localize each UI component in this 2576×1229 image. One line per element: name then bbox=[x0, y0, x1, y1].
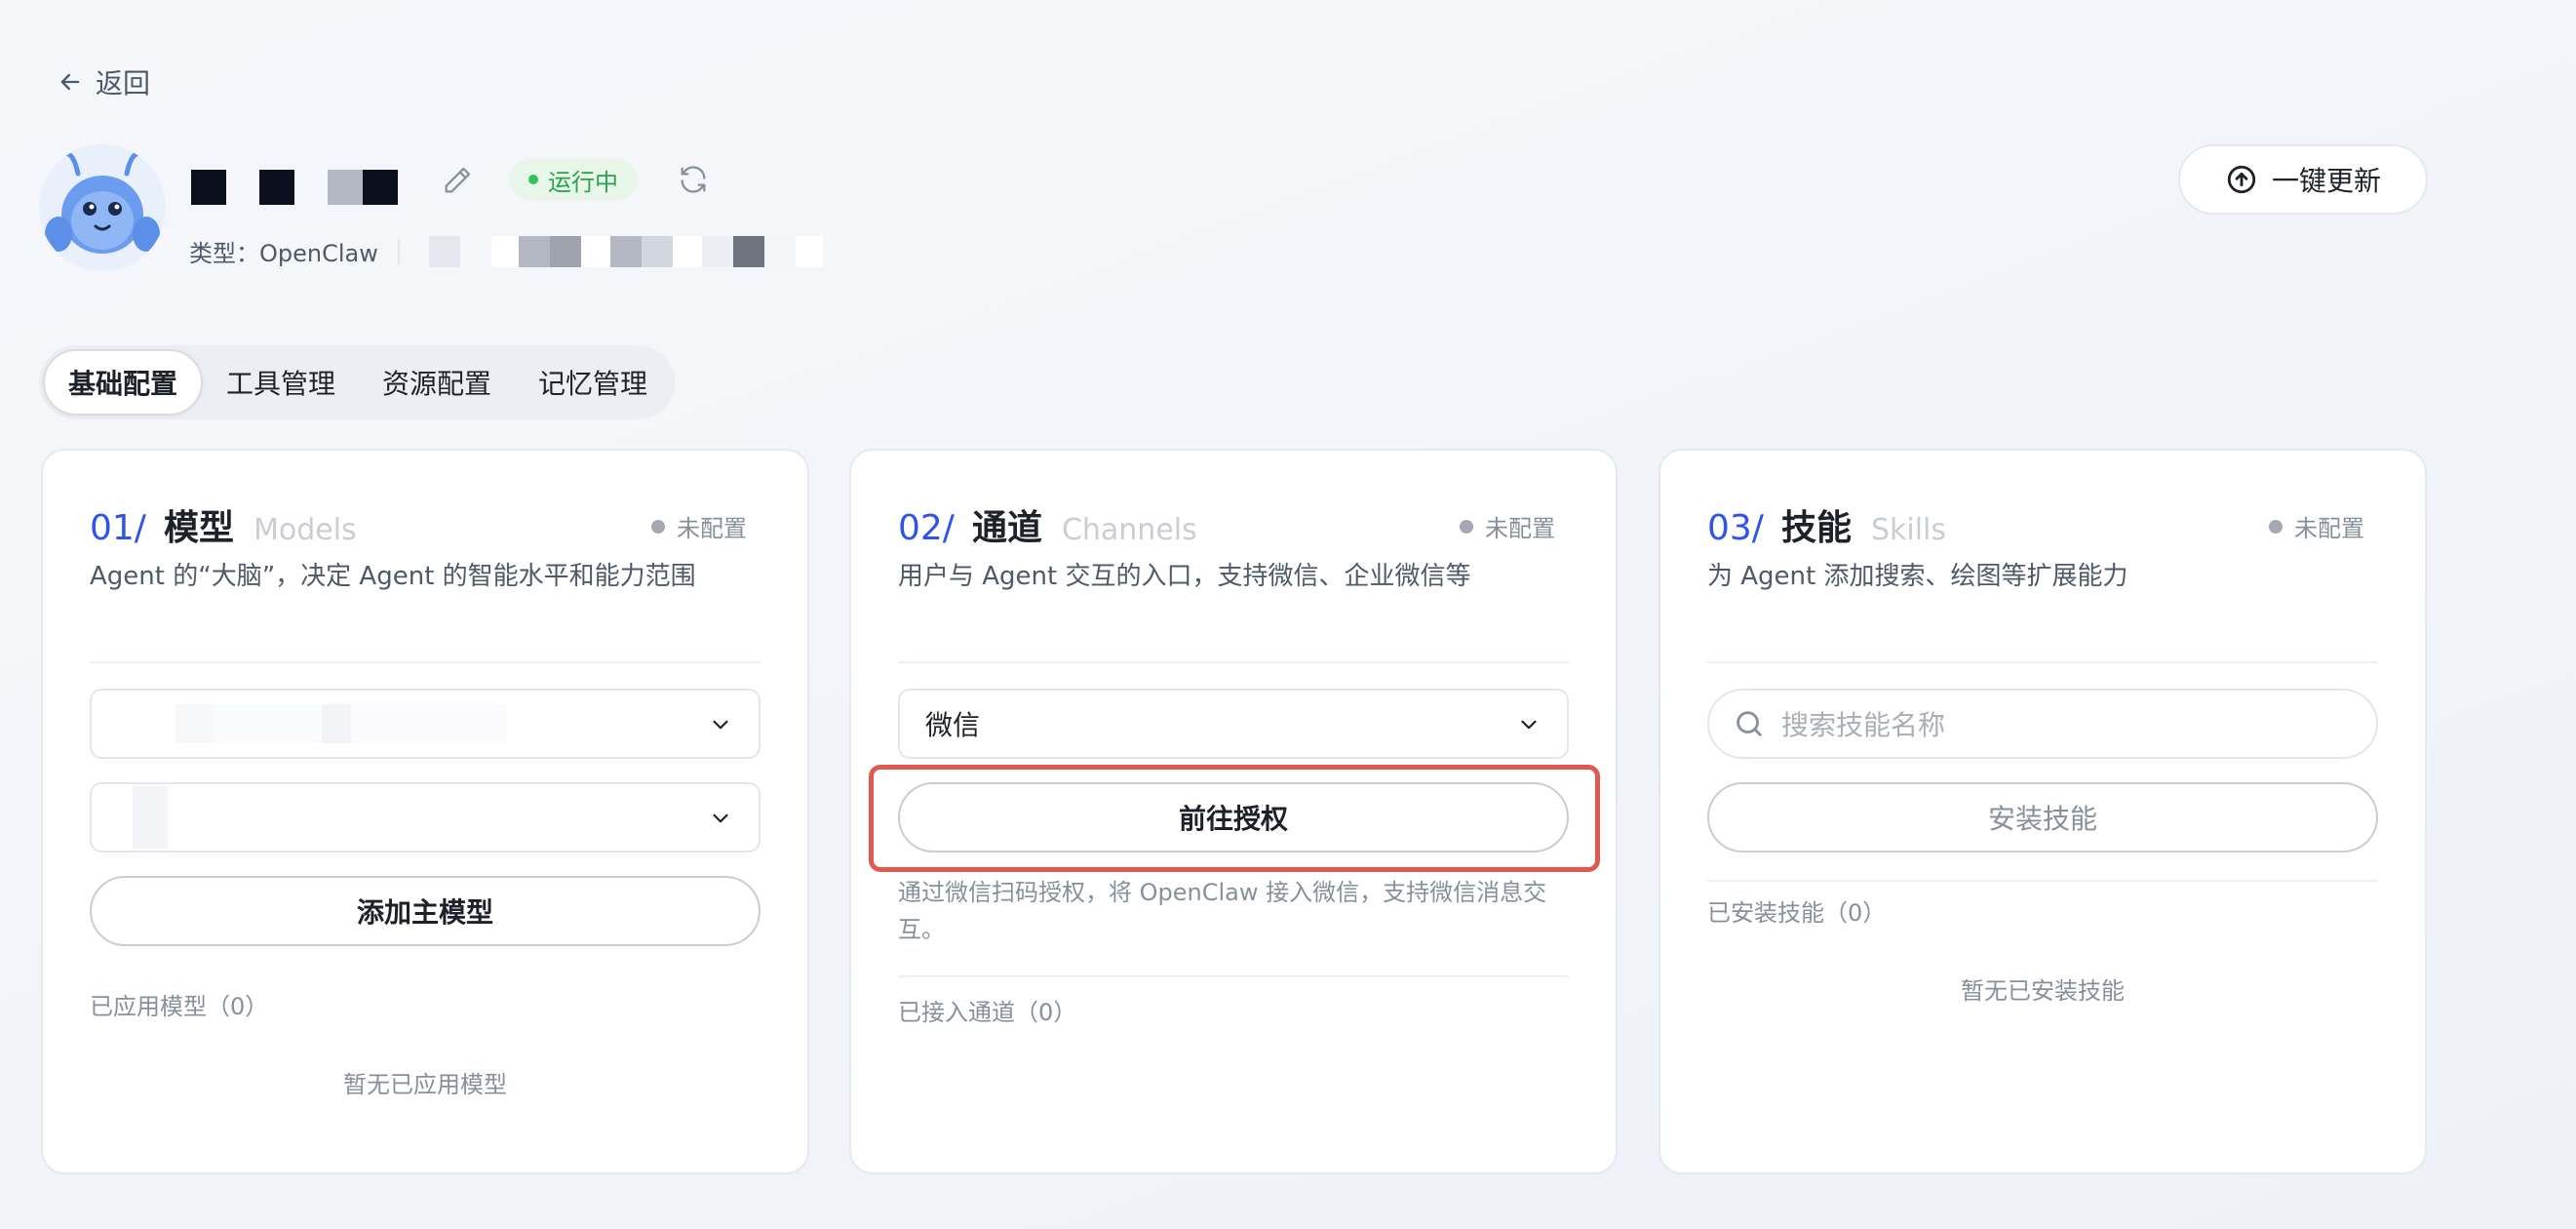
card-number: 02/ bbox=[898, 508, 955, 548]
skills-card: 03/ 技能 Skills 未配置 为 Agent 添加搜索、绘图等扩展能力 搜… bbox=[1659, 449, 2427, 1174]
back-button[interactable]: 返回 bbox=[57, 62, 150, 101]
card-number: 03/ bbox=[1707, 508, 1764, 548]
chevron-down-icon bbox=[713, 720, 728, 730]
update-label: 一键更新 bbox=[2271, 165, 2381, 197]
tab-basic-config[interactable]: 基础配置 bbox=[43, 349, 204, 416]
divider bbox=[898, 661, 1569, 663]
hint-line: 互。 bbox=[898, 916, 945, 943]
redacted-block bbox=[191, 170, 226, 205]
search-placeholder: 搜索技能名称 bbox=[1781, 709, 1946, 741]
agent-meta: 类型：OpenClaw bbox=[189, 234, 823, 268]
config-status-label: 未配置 bbox=[1485, 515, 1555, 542]
card-description: 用户与 Agent 交互的入口，支持微信、企业微信等 bbox=[898, 562, 1471, 591]
status-dot bbox=[651, 519, 665, 534]
agent-name-redacted bbox=[191, 170, 398, 205]
empty-state: 暂无已应用模型 bbox=[343, 1071, 507, 1098]
config-status-label: 未配置 bbox=[2294, 515, 2364, 542]
divider bbox=[397, 238, 400, 264]
empty-state: 暂无已安装技能 bbox=[1961, 977, 2125, 1005]
agent-id-redacted bbox=[428, 235, 823, 267]
tab-resource-config[interactable]: 资源配置 bbox=[359, 349, 515, 416]
card-description: 为 Agent 添加搜索、绘图等扩展能力 bbox=[1707, 562, 2128, 591]
divider bbox=[1707, 661, 2378, 663]
agent-avatar bbox=[39, 144, 166, 271]
model-name-select[interactable] bbox=[90, 782, 761, 852]
divider bbox=[1707, 880, 2378, 882]
hint-line: 通过微信扫码授权，将 OpenClaw 接入微信，支持微信消息交 bbox=[898, 879, 1547, 906]
divider bbox=[898, 975, 1569, 977]
card-subtitle: Skills bbox=[1870, 513, 1947, 547]
edit-icon[interactable] bbox=[441, 164, 474, 197]
tab-memory-management[interactable]: 记忆管理 bbox=[515, 349, 671, 416]
divider bbox=[90, 661, 761, 663]
tab-tool-management[interactable]: 工具管理 bbox=[203, 349, 359, 416]
agent-type: 类型：OpenClaw bbox=[189, 240, 378, 267]
install-skill-button[interactable]: 安装技能 bbox=[1707, 782, 2378, 852]
channel-select[interactable]: 微信 bbox=[898, 689, 1569, 759]
redacted-block bbox=[259, 170, 294, 205]
models-card: 01/ 模型 Models 未配置 Agent 的“大脑”，决定 Agent 的… bbox=[41, 449, 809, 1174]
redacted-value bbox=[117, 704, 507, 743]
add-main-model-button[interactable]: 添加主模型 bbox=[90, 876, 761, 946]
redacted-block bbox=[328, 170, 398, 205]
installed-skills-label: 已安装技能（0） bbox=[1707, 899, 1887, 927]
card-number: 01/ bbox=[90, 508, 146, 548]
config-status: 未配置 bbox=[651, 509, 747, 543]
config-status: 未配置 bbox=[1460, 509, 1555, 543]
channels-card: 02/ 通道 Channels 未配置 用户与 Agent 交互的入口，支持微信… bbox=[849, 449, 1618, 1174]
button-label: 添加主模型 bbox=[356, 896, 493, 929]
select-value: 微信 bbox=[925, 709, 981, 741]
model-provider-select[interactable] bbox=[90, 689, 761, 759]
tab-label: 基础配置 bbox=[68, 368, 178, 400]
upload-circle-icon bbox=[2227, 165, 2256, 194]
button-label: 前往授权 bbox=[1178, 803, 1288, 835]
card-subtitle: Channels bbox=[1061, 513, 1197, 547]
chevron-down-icon bbox=[1521, 720, 1537, 730]
card-title: 技能 bbox=[1780, 508, 1852, 548]
redacted-value bbox=[117, 786, 168, 849]
card-description: Agent 的“大脑”，决定 Agent 的智能水平和能力范围 bbox=[90, 562, 696, 591]
status-dot bbox=[1460, 519, 1473, 534]
chevron-down-icon bbox=[713, 813, 728, 823]
connected-channels-label: 已接入通道（0） bbox=[898, 999, 1077, 1026]
card-title: 模型 bbox=[163, 508, 234, 548]
one-click-update-button[interactable]: 一键更新 bbox=[2178, 144, 2428, 215]
auth-hint: 通过微信扫码授权，将 OpenClaw 接入微信，支持微信消息交 互。 bbox=[898, 874, 1569, 948]
arrow-left-icon bbox=[60, 73, 80, 91]
button-label: 安装技能 bbox=[1987, 803, 2097, 835]
config-tabs: 基础配置 工具管理 资源配置 记忆管理 bbox=[39, 345, 676, 419]
back-label: 返回 bbox=[96, 67, 151, 99]
status-badge: 运行中 bbox=[509, 159, 638, 200]
status-label: 运行中 bbox=[548, 168, 618, 196]
search-icon bbox=[1737, 711, 1762, 736]
tab-label: 记忆管理 bbox=[538, 368, 648, 400]
tab-label: 工具管理 bbox=[226, 368, 336, 400]
config-status-label: 未配置 bbox=[677, 515, 747, 542]
status-dot bbox=[2269, 519, 2283, 534]
card-title: 通道 bbox=[971, 508, 1042, 548]
status-dot bbox=[528, 175, 538, 184]
config-status: 未配置 bbox=[2269, 509, 2364, 543]
card-subtitle: Models bbox=[253, 513, 357, 547]
skill-search-input[interactable]: 搜索技能名称 bbox=[1707, 689, 2378, 759]
refresh-icon[interactable] bbox=[677, 163, 710, 196]
go-authorize-button[interactable]: 前往授权 bbox=[898, 782, 1569, 852]
applied-models-label: 已应用模型（0） bbox=[90, 993, 269, 1020]
tab-label: 资源配置 bbox=[382, 368, 492, 400]
